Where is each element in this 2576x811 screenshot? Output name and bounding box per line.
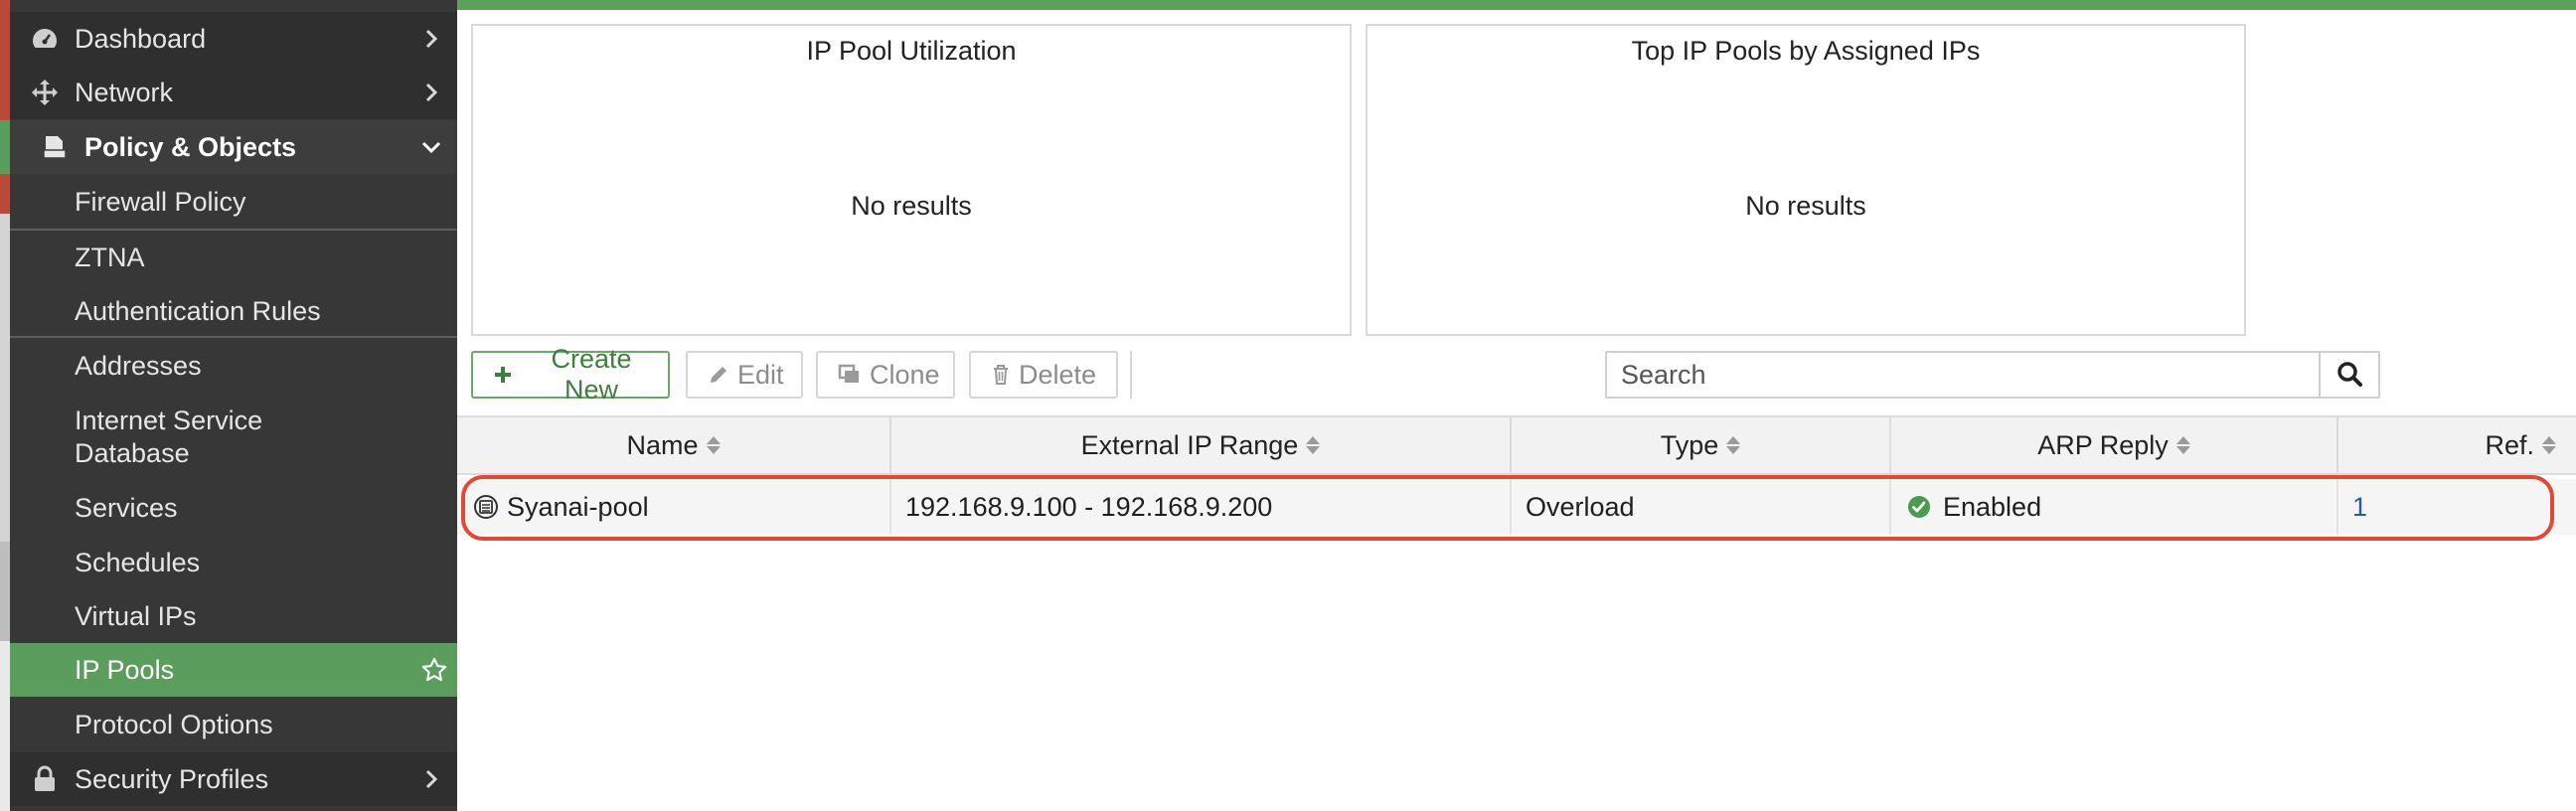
dashboard-icon [30,24,60,54]
sidebar-item-label: Security Profiles [75,763,269,794]
search-input[interactable] [1605,351,2321,399]
cell-type: Overload [1512,479,1891,535]
sidebar-item-label: ZTNA [75,242,145,272]
arp-reply-value: Enabled [1943,491,2042,522]
cell-ref: 1 [2338,479,2576,535]
column-header-arp-reply[interactable]: ARP Reply [1891,417,2338,473]
sort-icon [2175,436,2190,454]
sidebar-item-label: Firewall Policy [75,186,246,217]
column-header-ref[interactable]: Ref. [2338,417,2576,473]
column-header-label: External IP Range [1080,429,1299,460]
table-header: Name External IP Range Type ARP Reply Re… [457,415,2576,475]
sort-icon [706,436,721,454]
widget-empty-text: No results [1745,191,1866,221]
sidebar-item-label: IP Pools [75,654,175,685]
pool-name: Syanai-pool [507,491,649,522]
sidebar-item-label: Schedules [75,547,201,577]
trash-icon [991,364,1011,386]
plus-icon [493,365,513,385]
sidebar-item-label: Internet Service Database [75,406,263,468]
sidebar-divider [10,336,457,338]
top-ip-pools-widget: Top IP Pools by Assigned IPs No results [1366,24,2246,336]
column-header-label: Name [626,429,699,460]
widget-empty-text: No results [851,191,972,221]
chevron-right-icon [421,769,441,789]
edit-button[interactable]: Edit [686,351,803,399]
ref-count-link[interactable]: 1 [2352,492,2367,523]
sidebar-item-label: Services [75,492,178,523]
sidebar-item-label: Protocol Options [75,709,273,739]
sidebar-item-protocol-options[interactable]: Protocol Options [10,698,457,751]
check-circle-icon [1907,495,1931,519]
sidebar-item-network[interactable]: Network [10,66,457,119]
create-new-label: Create New [551,344,632,405]
sidebar-item-label: Dashboard [75,23,207,54]
column-header-label: Type [1660,429,1719,460]
sidebar-item-security-profiles[interactable]: Security Profiles [10,752,457,806]
column-header-name[interactable]: Name [457,417,891,473]
sort-icon [1306,436,1321,454]
sidebar-item-internet-service-database[interactable]: Internet Service Database [10,395,457,480]
widget-title: Top IP Pools by Assigned IPs [1631,36,1981,66]
chevron-right-icon [421,29,441,49]
clone-icon [838,364,862,386]
sort-icon [2542,436,2556,454]
background-grey-block-2 [0,542,10,641]
table-row[interactable]: Syanai-pool 192.168.9.100 - 192.168.9.20… [457,479,2576,535]
sidebar-item-ztna[interactable]: ZTNA [10,231,457,284]
sidebar-item-schedules[interactable]: Schedules [10,536,457,589]
sidebar-item-label: Policy & Objects [84,131,297,162]
sidebar-item-firewall-policy[interactable]: Firewall Policy [10,175,457,229]
widget-title: IP Pool Utilization [806,36,1017,66]
edit-label: Edit [737,359,784,390]
sidebar-item-services[interactable]: Services [10,481,457,535]
sidebar-item-label: Network [75,77,174,107]
background-grey-block [0,214,10,542]
sidebar-item-virtual-ips[interactable]: Virtual IPs [10,589,457,643]
ip-range-value: 192.168.9.100 - 192.168.9.200 [905,491,1273,522]
cell-name: Syanai-pool [457,479,891,535]
clone-label: Clone [870,359,940,390]
column-header-external-ip-range[interactable]: External IP Range [891,417,1512,473]
search-icon [2335,360,2363,391]
top-accent-bar [457,0,2576,10]
sidebar: Dashboard Network Policy & Objects Firew… [0,0,457,811]
lock-icon [30,764,60,794]
main-content: IP Pool Utilization No results Top IP Po… [457,0,2576,811]
sidebar-item-authentication-rules[interactable]: Authentication Rules [10,284,457,338]
cell-external-ip-range: 192.168.9.100 - 192.168.9.200 [891,479,1512,535]
sidebar-item-ip-pools[interactable]: IP Pools [10,643,457,697]
column-header-label: ARP Reply [2037,429,2169,460]
sidebar-item-dashboard[interactable]: Dashboard [10,12,457,66]
delete-button[interactable]: Delete [969,351,1118,399]
ip-pool-icon [473,494,499,520]
star-icon[interactable] [419,655,449,685]
delete-label: Delete [1019,359,1097,390]
sidebar-item-label: Authentication Rules [75,295,321,326]
ip-pool-utilization-widget: IP Pool Utilization No results [471,24,1352,336]
sidebar-item-label: Addresses [75,350,202,381]
column-header-type[interactable]: Type [1512,417,1891,473]
sort-icon [1726,436,1741,454]
chevron-right-icon [421,82,441,102]
type-value: Overload [1526,491,1635,522]
sidebar-item-policy-objects[interactable]: Policy & Objects [0,120,457,174]
sidebar-item-addresses[interactable]: Addresses [10,339,457,393]
sidebar-item-label: Virtual IPs [75,600,197,631]
network-arrows-icon [30,78,60,107]
chevron-down-icon [421,137,441,157]
column-header-label: Ref. [2485,429,2534,460]
background-red-block [0,0,10,214]
toolbar-divider [1130,351,1132,399]
search-button[interactable] [2319,351,2380,399]
cell-arp-reply: Enabled [1891,479,2338,535]
policy-icon [40,132,70,162]
pencil-icon [708,364,729,386]
create-new-button[interactable]: Create New [471,344,670,405]
clone-button[interactable]: Clone [816,351,955,399]
